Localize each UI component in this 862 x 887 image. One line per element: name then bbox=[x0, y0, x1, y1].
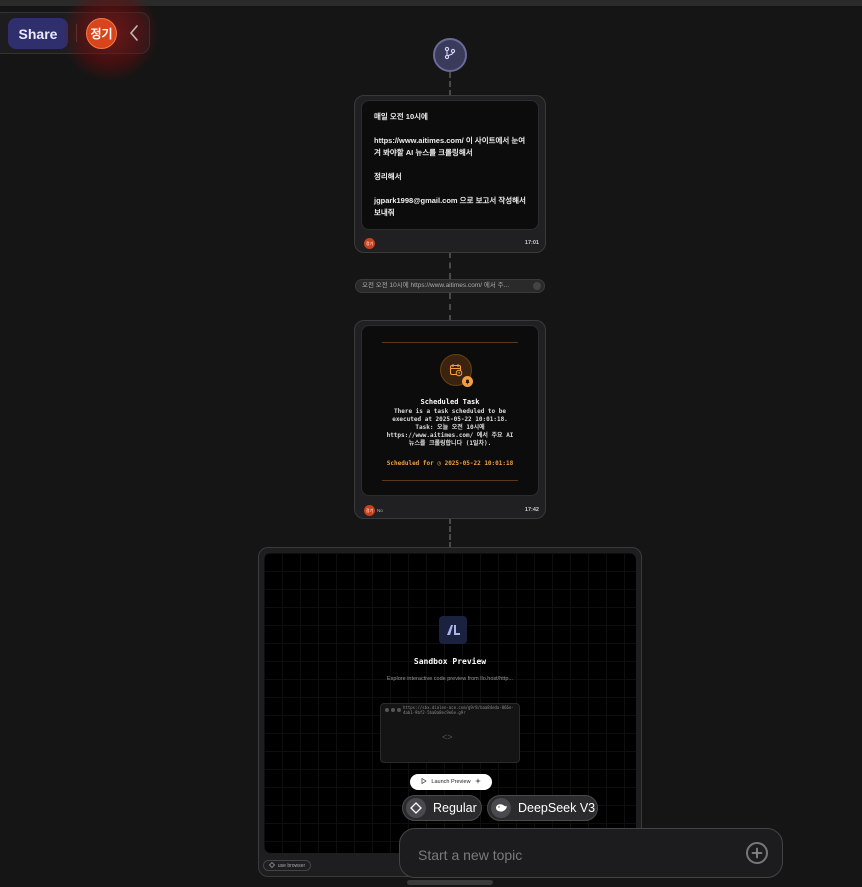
message-time: 17:01 bbox=[524, 240, 539, 246]
diamond-icon bbox=[406, 798, 426, 818]
branch-icon bbox=[443, 46, 457, 65]
divider-line bbox=[382, 342, 518, 343]
bell-icon bbox=[462, 376, 473, 387]
sandbox-browser-mock: https://sbx.dialen-ace.com/g9r8/baa84eda… bbox=[380, 703, 520, 763]
flow-connector bbox=[449, 72, 451, 96]
diamond-icon bbox=[268, 861, 275, 870]
user-message-card[interactable]: 매일 오전 10시에 https://www.aitimes.com/ 이 사이… bbox=[354, 95, 546, 253]
message-text: 매일 오전 10시에 https://www.aitimes.com/ 이 사이… bbox=[374, 112, 526, 217]
new-topic-input[interactable] bbox=[416, 843, 720, 867]
share-button[interactable]: Share bbox=[8, 18, 68, 49]
flow-connector bbox=[449, 252, 451, 279]
scheduled-for-label: Scheduled for ◷ 2025-05-22 10:01:18 bbox=[386, 460, 514, 467]
sandbox-title: Sandbox Preview bbox=[413, 657, 487, 666]
use-browser-label: use browser bbox=[277, 862, 306, 869]
scheduled-task-title: Scheduled Task bbox=[420, 398, 480, 406]
flow-connector bbox=[449, 518, 451, 548]
divider-line bbox=[382, 480, 518, 481]
scheduled-task-card[interactable]: Scheduled Task There is a task scheduled… bbox=[354, 320, 546, 519]
sparkle-icon bbox=[474, 778, 481, 786]
sandbox-logo-icon bbox=[439, 616, 467, 644]
chevron-left-icon[interactable] bbox=[125, 22, 143, 44]
window-dot bbox=[391, 708, 395, 712]
sandbox-url: https://sbx.dialen-ace.com/g9r8/baa84eda… bbox=[403, 705, 514, 715]
message-author-avatar: 정기 bbox=[364, 238, 375, 249]
play-icon bbox=[421, 777, 428, 786]
code-icon: <> bbox=[442, 732, 453, 742]
window-dot bbox=[397, 708, 401, 712]
new-topic-composer bbox=[399, 828, 783, 878]
window-dot bbox=[385, 708, 389, 712]
task-summary-text: 오전 오전 10시에 https://www.aitimes.com/ 에서 주… bbox=[362, 282, 510, 289]
mode-regular-label: Regular bbox=[433, 801, 477, 815]
user-avatar[interactable]: 정기 bbox=[86, 18, 117, 49]
model-select-button[interactable]: DeepSeek V3 bbox=[487, 795, 598, 821]
message-content-panel: 매일 오전 10시에 https://www.aitimes.com/ 이 사이… bbox=[361, 100, 539, 230]
bottom-scroll-handle[interactable] bbox=[407, 880, 493, 885]
use-browser-toggle[interactable]: use browser bbox=[263, 860, 311, 871]
launch-preview-button[interactable]: Launch Preview bbox=[410, 774, 492, 790]
flow-connector bbox=[449, 293, 451, 321]
task-author-avatar: 정기 bbox=[364, 505, 375, 516]
model-select-label: DeepSeek V3 bbox=[518, 801, 596, 815]
flow-root-node[interactable] bbox=[433, 38, 467, 72]
scheduled-content-panel: Scheduled Task There is a task scheduled… bbox=[361, 325, 539, 496]
mode-regular-button[interactable]: Regular bbox=[402, 795, 482, 821]
add-icon[interactable] bbox=[746, 842, 768, 864]
refresh-icon[interactable] bbox=[533, 282, 541, 290]
task-summary-pill[interactable]: 오전 오전 10시에 https://www.aitimes.com/ 에서 주… bbox=[355, 279, 545, 293]
task-time: 17:42 bbox=[524, 507, 539, 513]
task-tag: No bbox=[377, 508, 383, 513]
sandbox-description: Explore interactive code preview from ll… bbox=[387, 676, 513, 682]
scheduled-task-description: There is a task scheduled to be executed… bbox=[386, 408, 514, 447]
deepseek-whale-icon bbox=[491, 798, 511, 818]
launch-preview-label: Launch Preview bbox=[431, 779, 471, 785]
